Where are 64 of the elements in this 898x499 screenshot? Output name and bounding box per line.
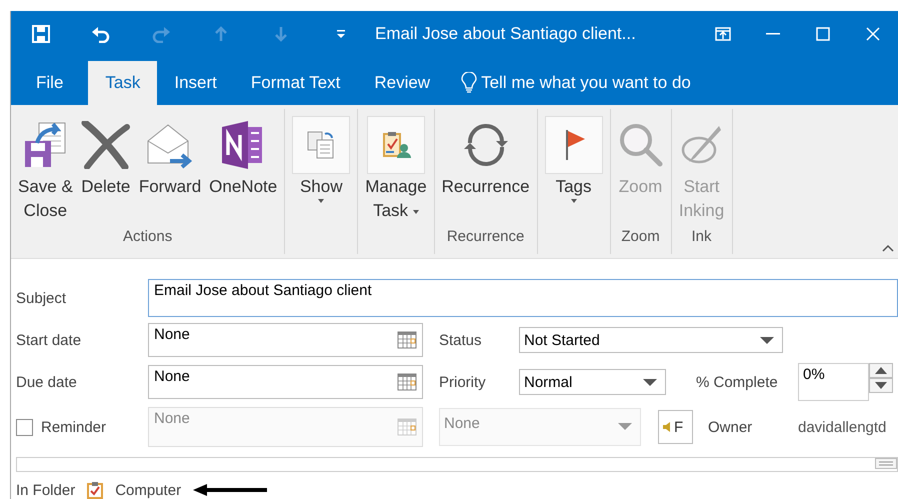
lightbulb-icon	[461, 72, 478, 94]
calendar-icon[interactable]	[397, 373, 417, 391]
ribbon-button[interactable]: Tags	[542, 115, 606, 228]
date-field[interactable]: None	[148, 365, 423, 399]
field-label: % Complete	[696, 374, 779, 390]
magnifier-icon	[618, 122, 664, 168]
ribbon-button[interactable]: OneNote	[206, 115, 280, 228]
dropdown[interactable]: Not Started	[519, 327, 783, 353]
ribbon-tab[interactable]: Format Text	[234, 61, 358, 105]
undo-icon[interactable]	[91, 25, 111, 43]
field-label: Priority	[439, 374, 487, 390]
ribbon-tab[interactable]: Review	[357, 61, 448, 105]
ribbon-display-icon[interactable]	[715, 27, 731, 41]
window-title: Email Jose about Santiago client...	[375, 24, 637, 44]
spin-down-button[interactable]	[869, 378, 893, 393]
maximize-icon[interactable]	[816, 27, 830, 41]
spin-up-button[interactable]	[869, 363, 893, 378]
date-field[interactable]: None	[148, 323, 423, 357]
tell-me-search[interactable]: Tell me what you want to do	[481, 73, 691, 93]
field-label: In Folder	[16, 482, 76, 498]
field-label: Subject	[16, 290, 68, 306]
ribbon-tab[interactable]: File	[11, 61, 88, 105]
resize-handle-icon[interactable]	[875, 458, 897, 469]
ribbon-button[interactable]: Show	[289, 115, 354, 228]
group-label: Actions	[123, 228, 172, 245]
ribbon-button[interactable]: Save & Close	[15, 115, 76, 228]
minimize-icon[interactable]	[766, 33, 780, 35]
calendar-icon[interactable]	[397, 331, 417, 349]
save-close-icon	[23, 121, 68, 169]
collapse-ribbon-icon[interactable]	[882, 244, 894, 252]
ribbon-button[interactable]: Delete	[78, 115, 134, 228]
ribbon-button[interactable]: Forward	[136, 115, 204, 228]
group-label: Zoom	[621, 228, 660, 245]
dropdown[interactable]: Normal	[519, 369, 666, 395]
ribbon-button[interactable]: Recurrence	[438, 115, 533, 228]
field-label: Start date	[16, 332, 82, 348]
field-label: Reminder	[41, 418, 108, 436]
caret-icon	[412, 210, 419, 214]
save-icon[interactable]	[32, 25, 50, 43]
field-label: Due date	[16, 374, 78, 390]
close-icon[interactable]	[866, 27, 880, 41]
caret-icon	[570, 199, 577, 203]
sound-button[interactable]: F	[658, 410, 693, 444]
field-label: Status	[439, 332, 483, 348]
customize-caret-icon[interactable]	[336, 30, 346, 38]
down-triangle-icon	[875, 382, 887, 389]
arrow-icon	[193, 484, 268, 496]
group-label: Ink	[692, 228, 712, 245]
caret-icon	[318, 199, 324, 203]
speaker-icon	[662, 422, 672, 432]
ribbon-tab[interactable]: Task	[88, 61, 158, 105]
subject-field[interactable]: Email Jose about Santiago client	[148, 279, 898, 317]
ribbon-button[interactable]: Manage Task	[362, 115, 430, 228]
ribbon-tab[interactable]: Insert	[157, 61, 234, 105]
field-label: Owner	[708, 418, 754, 436]
up-triangle-icon	[875, 367, 887, 374]
percent-field[interactable]: 0%	[798, 363, 869, 401]
owner-value: davidallengtd	[798, 418, 886, 436]
task-person-icon	[380, 130, 411, 160]
pages-icon	[306, 130, 336, 160]
folder-value: Computer	[115, 482, 182, 498]
group-label: Recurrence	[446, 228, 524, 245]
recurrence-icon	[462, 121, 510, 169]
delete-icon	[80, 121, 131, 169]
